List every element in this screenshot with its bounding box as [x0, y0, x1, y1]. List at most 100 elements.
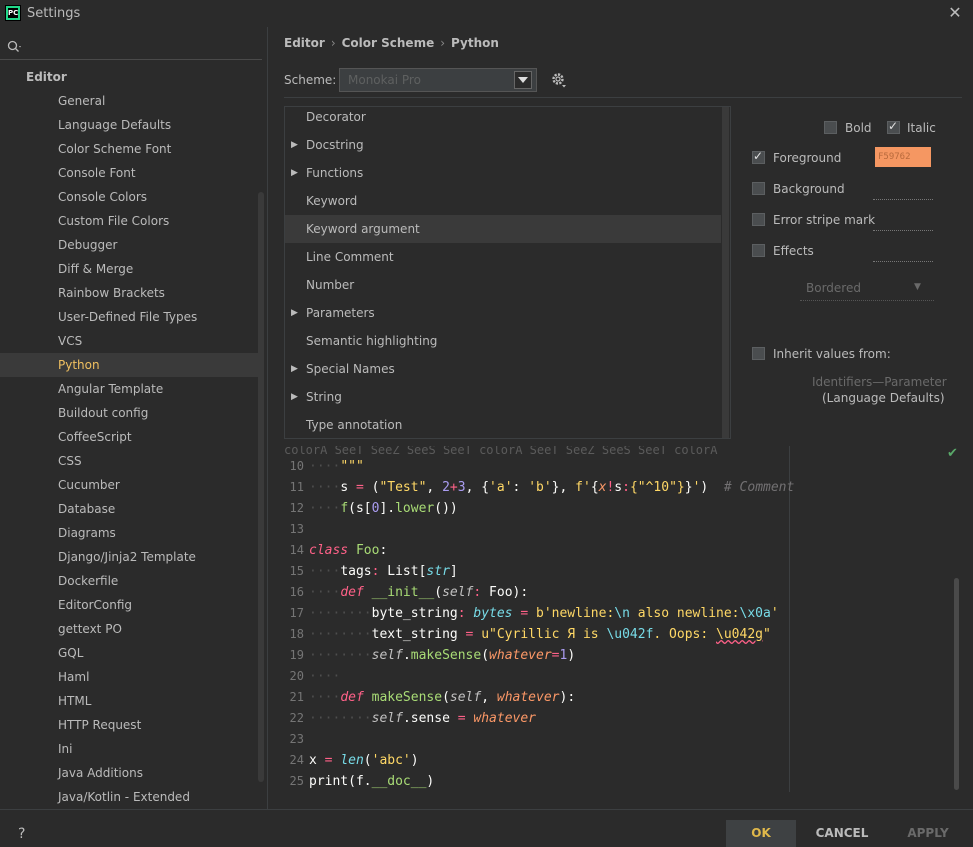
- element-item-semantic-highlighting[interactable]: Semantic highlighting: [285, 327, 721, 355]
- code-line: 20 ····: [289, 669, 341, 684]
- window-title: Settings: [27, 6, 81, 21]
- element-item-keyword[interactable]: Keyword: [285, 187, 721, 215]
- element-item-label: Functions: [306, 166, 364, 180]
- element-item-label: Decorator: [306, 110, 366, 124]
- sidebar-item-vcs[interactable]: VCS: [0, 329, 258, 353]
- app-logo-icon: PC: [5, 5, 21, 21]
- sidebar-item-ini[interactable]: Ini: [0, 737, 258, 761]
- effects-label: Effects: [773, 244, 814, 258]
- element-item-decorator[interactable]: Decorator: [285, 107, 721, 131]
- sidebar-item-cucumber[interactable]: Cucumber: [0, 473, 258, 497]
- settings-sidebar: Editor General Language Defaults Color Sch…: [0, 27, 268, 809]
- ok-button[interactable]: OK: [726, 820, 796, 847]
- sidebar-item-console-colors[interactable]: Console Colors: [0, 185, 258, 209]
- effects-color-field[interactable]: [873, 261, 933, 263]
- cancel-button[interactable]: CANCEL: [806, 820, 878, 847]
- element-item-parameters[interactable]: ▶ Parameters: [285, 299, 721, 327]
- sidebar-item-color-scheme-font[interactable]: Color Scheme Font: [0, 137, 258, 161]
- code-line: 16 ····def __init__(self: Foo):: [289, 585, 529, 600]
- sidebar-item-coffeescript[interactable]: CoffeeScript: [0, 425, 258, 449]
- element-item-label: String: [306, 390, 342, 404]
- expand-arrow-icon[interactable]: ▶: [291, 355, 298, 383]
- inherit-source-link[interactable]: Identifiers—Parameter: [812, 375, 947, 389]
- sidebar-item-general[interactable]: General: [0, 89, 258, 113]
- element-item-number[interactable]: Number: [285, 271, 721, 299]
- sidebar-item-label: Java Additions: [58, 766, 143, 780]
- sidebar-item-language-defaults[interactable]: Language Defaults: [0, 113, 258, 137]
- foreground-checkbox[interactable]: [752, 149, 765, 164]
- breadcrumb-color-scheme[interactable]: Color Scheme: [342, 36, 435, 50]
- effects-checkbox[interactable]: [752, 244, 765, 257]
- effects-type-dropdown[interactable]: Bordered ▼: [800, 276, 934, 301]
- code-line: 17 ········byte_string: bytes = b'newline…: [289, 606, 779, 621]
- sidebar-item-label: Angular Template: [58, 382, 164, 396]
- error-stripe-checkbox[interactable]: [752, 213, 765, 226]
- inherit-label: Inherit values from:: [773, 347, 891, 361]
- expand-arrow-icon[interactable]: ▶: [291, 131, 298, 159]
- sidebar-item-css[interactable]: CSS: [0, 449, 258, 473]
- sidebar-item-debugger[interactable]: Debugger: [0, 233, 258, 257]
- sidebar-section-editor[interactable]: Editor: [0, 65, 258, 89]
- sidebar-item-dockerfile[interactable]: Dockerfile: [0, 569, 258, 593]
- sidebar-item-haml[interactable]: Haml: [0, 665, 258, 689]
- breadcrumb-editor[interactable]: Editor: [284, 36, 325, 50]
- foreground-color-swatch[interactable]: F59762: [875, 147, 931, 167]
- gear-icon[interactable]: [550, 71, 568, 89]
- bold-checkbox[interactable]: [824, 121, 837, 134]
- help-button[interactable]: ?: [18, 826, 25, 842]
- element-item-functions[interactable]: ▶ Functions: [285, 159, 721, 187]
- sidebar-item-database[interactable]: Database: [0, 497, 258, 521]
- expand-arrow-icon[interactable]: ▶: [291, 383, 298, 411]
- italic-checkbox[interactable]: [887, 119, 900, 134]
- chevron-down-icon[interactable]: [514, 71, 532, 89]
- background-color-field[interactable]: [873, 199, 933, 201]
- sidebar-item-django-jinja2-template[interactable]: Django/Jinja2 Template: [0, 545, 258, 569]
- element-item-special-names[interactable]: ▶ Special Names: [285, 355, 721, 383]
- code-line: 22 ········self.sense = whatever: [289, 711, 537, 726]
- sidebar-item-java-kotlin-extended[interactable]: Java/Kotlin - Extended: [0, 785, 258, 809]
- sidebar-scrollbar[interactable]: [258, 192, 264, 782]
- settings-search-input[interactable]: [0, 35, 262, 60]
- element-list-scrollbar[interactable]: [722, 107, 729, 438]
- sidebar-item-angular-template[interactable]: Angular Template: [0, 377, 258, 401]
- sidebar-item-diagrams[interactable]: Diagrams: [0, 521, 258, 545]
- code-line: 23: [289, 732, 304, 746]
- sidebar-item-gettext-po[interactable]: gettext PO: [0, 617, 258, 641]
- close-icon[interactable]: ✕: [946, 4, 964, 22]
- sidebar-item-diff-merge[interactable]: Diff & Merge: [0, 257, 258, 281]
- sidebar-item-label: General: [58, 94, 106, 108]
- sidebar-item-label: EditorConfig: [58, 598, 133, 612]
- check-icon: ✔: [947, 446, 958, 461]
- sidebar-item-label: Ini: [58, 742, 73, 756]
- sidebar-item-rainbow-brackets[interactable]: Rainbow Brackets: [0, 281, 258, 305]
- element-item-keyword-argument[interactable]: Keyword argument: [285, 215, 721, 243]
- inherit-checkbox[interactable]: [752, 347, 765, 360]
- sidebar-item-buildout-config[interactable]: Buildout config: [0, 401, 258, 425]
- element-item-type-annotation[interactable]: Type annotation: [285, 411, 721, 438]
- code-line: 21 ····def makeSense(self, whatever):: [289, 690, 576, 705]
- expand-arrow-icon[interactable]: ▶: [291, 159, 298, 187]
- sidebar-item-label: Python: [58, 358, 100, 372]
- sidebar-item-http-request[interactable]: HTTP Request: [0, 713, 258, 737]
- sidebar-item-editorconfig[interactable]: EditorConfig: [0, 593, 258, 617]
- sidebar-item-html[interactable]: HTML: [0, 689, 258, 713]
- element-item-string[interactable]: ▶ String: [285, 383, 721, 411]
- sidebar-item-label: gettext PO: [58, 622, 122, 636]
- code-preview[interactable]: colorA SeeT SeeZ SeeS SeeT colorA SeeT S…: [284, 446, 962, 792]
- apply-button[interactable]: APPLY: [890, 820, 966, 847]
- sidebar-item-python[interactable]: Python: [0, 353, 258, 377]
- sidebar-item-user-defined-file-types[interactable]: User-Defined File Types: [0, 305, 258, 329]
- sidebar-item-label: VCS: [58, 334, 83, 348]
- sidebar-item-label: Buildout config: [58, 406, 149, 420]
- element-item-docstring[interactable]: ▶ Docstring: [285, 131, 721, 159]
- scheme-dropdown[interactable]: Monokai Pro: [339, 68, 537, 92]
- sidebar-item-console-font[interactable]: Console Font: [0, 161, 258, 185]
- sidebar-item-java-additions[interactable]: Java Additions: [0, 761, 258, 785]
- expand-arrow-icon[interactable]: ▶: [291, 299, 298, 327]
- preview-scrollbar[interactable]: [954, 578, 959, 790]
- sidebar-item-gql[interactable]: GQL: [0, 641, 258, 665]
- background-checkbox[interactable]: [752, 182, 765, 195]
- error-stripe-color-field[interactable]: [873, 230, 933, 232]
- element-item-line-comment[interactable]: Line Comment: [285, 243, 721, 271]
- sidebar-item-custom-file-colors[interactable]: Custom File Colors: [0, 209, 258, 233]
